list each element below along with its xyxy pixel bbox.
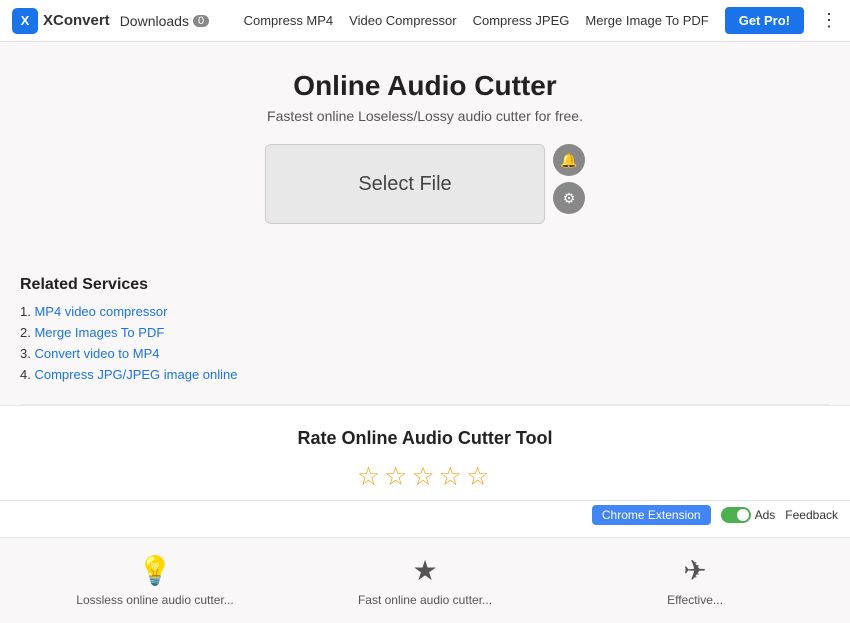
logo[interactable]: X XConvert: [12, 8, 110, 34]
lightbulb-icon: 💡: [138, 554, 173, 587]
related-services: Related Services 1. MP4 video compressor…: [0, 260, 850, 404]
related-link-1[interactable]: Merge Images To PDF: [34, 325, 164, 340]
features-section: 💡 Lossless online audio cutter... ★ Fast…: [0, 538, 850, 623]
feature-item-0: 💡 Lossless online audio cutter...: [20, 554, 290, 607]
page-subtitle: Fastest online Loseless/Lossy audio cutt…: [20, 108, 830, 124]
feature-text-2: Effective...: [667, 593, 723, 607]
logo-text: XConvert: [43, 12, 110, 29]
downloads-label: Downloads: [120, 13, 189, 29]
more-menu-button[interactable]: ⋮: [820, 10, 838, 31]
logo-icon: X: [12, 8, 38, 34]
list-num: 4.: [20, 367, 31, 382]
nav-compress-jpeg[interactable]: Compress JPEG: [473, 13, 570, 28]
related-link-0[interactable]: MP4 video compressor: [34, 304, 167, 319]
bell-icon: 🔔: [560, 152, 577, 169]
nav-merge-image-pdf[interactable]: Merge Image To PDF: [585, 13, 708, 28]
settings-button[interactable]: ⚙: [553, 182, 585, 214]
list-num: 1.: [20, 304, 31, 319]
downloads-link[interactable]: Downloads 0: [120, 13, 209, 29]
nav-compress-mp4[interactable]: Compress MP4: [244, 13, 334, 28]
get-pro-button[interactable]: Get Pro!: [725, 7, 804, 34]
upload-wrapper: Select File 🔔 ⚙: [20, 144, 830, 224]
star-rating[interactable]: ☆☆☆☆☆: [20, 461, 830, 492]
plane-icon: ✈: [683, 554, 706, 587]
header-nav: Compress MP4 Video Compressor Compress J…: [244, 7, 838, 34]
related-link-2[interactable]: Convert video to MP4: [34, 346, 159, 361]
feature-item-1: ★ Fast online audio cutter...: [290, 554, 560, 607]
select-file-button[interactable]: Select File: [358, 173, 451, 196]
notification-button[interactable]: 🔔: [553, 144, 585, 176]
nav-video-compressor[interactable]: Video Compressor: [349, 13, 456, 28]
related-link-3[interactable]: Compress JPG/JPEG image online: [34, 367, 237, 382]
upload-area[interactable]: Select File: [265, 144, 545, 224]
footer-bar: Chrome Extension Ads Feedback: [0, 500, 850, 528]
upload-side-buttons: 🔔 ⚙: [553, 144, 585, 214]
chrome-extension-button[interactable]: Chrome Extension: [592, 505, 711, 525]
list-num: 2.: [20, 325, 31, 340]
main-content: Online Audio Cutter Fastest online Losel…: [0, 42, 850, 260]
feature-text-0: Lossless online audio cutter...: [76, 593, 233, 607]
list-item: 2. Merge Images To PDF: [20, 325, 830, 340]
star-icon: ★: [412, 554, 437, 587]
ads-toggle-switch[interactable]: [721, 507, 751, 523]
feature-text-1: Fast online audio cutter...: [358, 593, 492, 607]
list-item: 1. MP4 video compressor: [20, 304, 830, 319]
downloads-badge: 0: [193, 15, 209, 27]
list-item: 4. Compress JPG/JPEG image online: [20, 367, 830, 382]
gear-icon: ⚙: [563, 190, 576, 207]
list-item: 3. Convert video to MP4: [20, 346, 830, 361]
header: X XConvert Downloads 0 Compress MP4 Vide…: [0, 0, 850, 42]
list-num: 3.: [20, 346, 31, 361]
ads-toggle-wrapper: Ads: [721, 507, 776, 523]
rating-title: Rate Online Audio Cutter Tool: [20, 428, 830, 449]
ads-label: Ads: [755, 508, 776, 522]
header-left: X XConvert Downloads 0: [12, 8, 209, 34]
page-title: Online Audio Cutter: [20, 70, 830, 102]
feature-item-2: ✈ Effective...: [560, 554, 830, 607]
feedback-button[interactable]: Feedback: [785, 508, 838, 522]
related-title: Related Services: [20, 276, 830, 294]
related-list: 1. MP4 video compressor 2. Merge Images …: [20, 304, 830, 382]
